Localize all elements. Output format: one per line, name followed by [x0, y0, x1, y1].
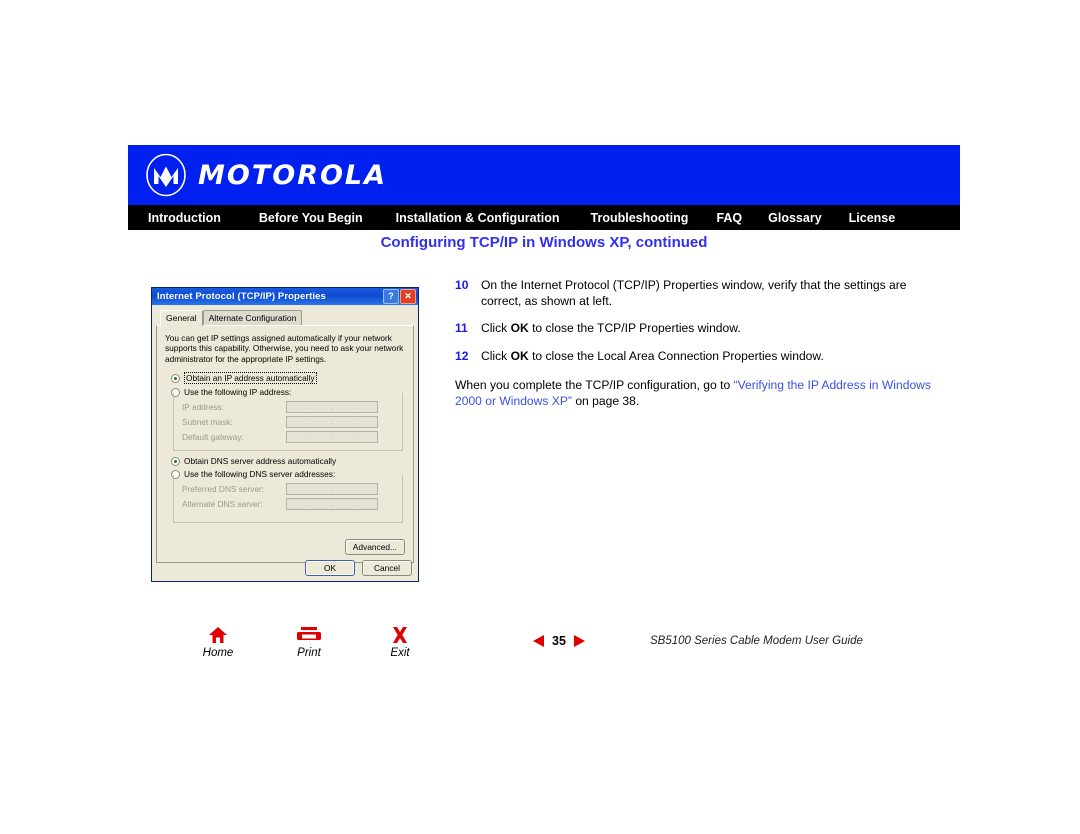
field-label: Default gateway:	[182, 432, 244, 443]
closing-tail: on page 38.	[571, 393, 640, 408]
titlebar-buttons: ? ✕	[383, 289, 416, 304]
closing-paragraph: When you complete the TCP/IP configurati…	[455, 378, 935, 409]
preferred-dns-input[interactable]: ...	[286, 483, 378, 496]
brand-wordmark: MOTOROLA	[198, 159, 388, 191]
section-nav[interactable]: Introduction Before You Begin Installati…	[128, 205, 960, 230]
cancel-button[interactable]: Cancel	[362, 560, 412, 576]
step-emphasis: OK	[510, 321, 529, 335]
close-icon[interactable]: ✕	[400, 289, 416, 304]
home-icon-svg	[209, 627, 227, 643]
radio-button-icon[interactable]	[171, 456, 180, 466]
dialog-body: General Alternate Configuration You can …	[152, 305, 418, 581]
tcpip-properties-dialog: Internet Protocol (TCP/IP) Properties ? …	[151, 287, 419, 582]
print-button[interactable]: Print	[287, 624, 331, 659]
field-row-default-gateway: Default gateway: ...	[182, 431, 398, 444]
step-text: On the Internet Protocol (TCP/IP) Proper…	[481, 278, 907, 308]
field-row-preferred-dns: Preferred DNS server: ...	[182, 483, 398, 496]
ip-octet-separators: ...	[309, 434, 355, 442]
field-label: Preferred DNS server:	[182, 484, 265, 495]
page-number: 35	[552, 634, 566, 648]
radio-obtain-ip-automatically[interactable]: Obtain an IP address automatically	[171, 372, 405, 385]
dialog-title: Internet Protocol (TCP/IP) Properties	[157, 291, 326, 302]
tab-alternate-configuration[interactable]: Alternate Configuration	[202, 310, 303, 325]
instruction-step: 10 On the Internet Protocol (TCP/IP) Prop…	[455, 278, 935, 309]
nav-item-installation-configuration[interactable]: Installation & Configuration	[396, 211, 560, 225]
help-icon[interactable]: ?	[383, 289, 399, 304]
field-row-alternate-dns: Alternate DNS server: ...	[182, 498, 398, 511]
page-title: Configuring TCP/IP in Windows XP, contin…	[380, 234, 708, 251]
instruction-list: 10 On the Internet Protocol (TCP/IP) Prop…	[455, 278, 935, 409]
alternate-dns-input[interactable]: ...	[286, 498, 378, 511]
default-gateway-input[interactable]: ...	[286, 431, 378, 444]
ip-octet-separators: ...	[309, 486, 355, 494]
guide-title: SB5100 Series Cable Modem User Guide	[650, 635, 863, 647]
ip-address-group: IP address: ... Subnet mask: ... Default…	[173, 393, 403, 452]
nav-item-troubleshooting[interactable]: Troubleshooting	[591, 211, 689, 225]
dns-server-group: Preferred DNS server: ... Alternate DNS …	[173, 475, 403, 524]
dialog-tabs[interactable]: General Alternate Configuration	[156, 309, 414, 326]
home-label: Home	[202, 647, 234, 659]
step-number: 12	[455, 348, 469, 363]
nav-item-introduction[interactable]: Introduction	[148, 211, 221, 225]
radio-button-icon[interactable]	[171, 373, 180, 383]
print-label: Print	[297, 647, 321, 659]
brand-header: MOTOROLA	[128, 145, 960, 205]
advanced-row: Advanced...	[344, 539, 405, 555]
ip-octet-separators: ...	[309, 404, 355, 412]
dialog-footer-buttons: OK Cancel	[305, 560, 412, 576]
footer-controls: Home Print Exit	[196, 624, 422, 659]
nav-item-before-you-begin[interactable]: Before You Begin	[259, 211, 363, 225]
ip-address-input[interactable]: ...	[286, 401, 378, 414]
step-text: Click	[481, 348, 511, 363]
instruction-step: 11 Click OK to close the TCP/IP Propertie…	[455, 321, 935, 337]
tab-panel-general: You can get IP settings assigned automat…	[156, 325, 414, 563]
closing-lead: When you complete the TCP/IP configurati…	[455, 378, 734, 392]
nav-item-faq[interactable]: FAQ	[716, 211, 742, 225]
ok-button[interactable]: OK	[305, 560, 355, 576]
instruction-step: 12 Click OK to close the Local Area Conne…	[455, 349, 935, 365]
step-text-tail: to close the TCP/IP Properties window.	[528, 321, 741, 335]
step-text-tail: to close the Local Area Connection Prope…	[528, 348, 824, 363]
field-label: Subnet mask:	[182, 417, 233, 428]
ip-octet-separators: ...	[309, 419, 355, 427]
dialog-intro-text: You can get IP settings assigned automat…	[165, 333, 404, 364]
exit-x-icon[interactable]	[378, 624, 422, 646]
document-page: MOTOROLA Introduction Before You Begin I…	[0, 0, 1080, 834]
field-label: Alternate DNS server:	[182, 499, 263, 510]
printer-icon[interactable]	[287, 624, 331, 646]
radio-label: Obtain an IP address automatically	[184, 372, 317, 385]
next-page-icon[interactable]	[573, 635, 585, 647]
step-number: 10	[455, 278, 469, 292]
home-button[interactable]: Home	[196, 624, 240, 659]
exit-x-icon-svg	[393, 627, 407, 643]
motorola-m-logo-icon	[146, 153, 186, 197]
step-number: 11	[455, 321, 468, 335]
home-icon[interactable]	[196, 624, 240, 646]
step-emphasis: OK	[510, 348, 529, 363]
field-label: IP address:	[182, 402, 224, 413]
printer-icon-svg	[297, 627, 321, 640]
step-text: Click	[481, 321, 511, 335]
subnet-mask-input[interactable]: ...	[286, 416, 378, 429]
advanced-button[interactable]: Advanced...	[344, 539, 405, 555]
field-row-ip-address: IP address: ...	[182, 401, 398, 414]
nav-item-license[interactable]: License	[849, 211, 896, 225]
nav-item-glossary[interactable]: Glossary	[768, 211, 822, 225]
previous-page-icon[interactable]	[533, 635, 544, 647]
page-navigator: 35	[533, 634, 585, 648]
field-row-subnet-mask: Subnet mask: ...	[182, 416, 398, 429]
dialog-titlebar: Internet Protocol (TCP/IP) Properties ? …	[152, 288, 418, 305]
radio-obtain-dns-automatically[interactable]: Obtain DNS server address automatically	[171, 456, 405, 466]
radio-label: Obtain DNS server address automatically	[184, 456, 337, 467]
ip-octet-separators: ...	[309, 501, 355, 509]
tab-general[interactable]: General	[160, 310, 203, 326]
exit-label: Exit	[390, 647, 410, 659]
exit-button[interactable]: Exit	[378, 624, 422, 659]
motorola-logo: MOTOROLA	[144, 153, 387, 197]
